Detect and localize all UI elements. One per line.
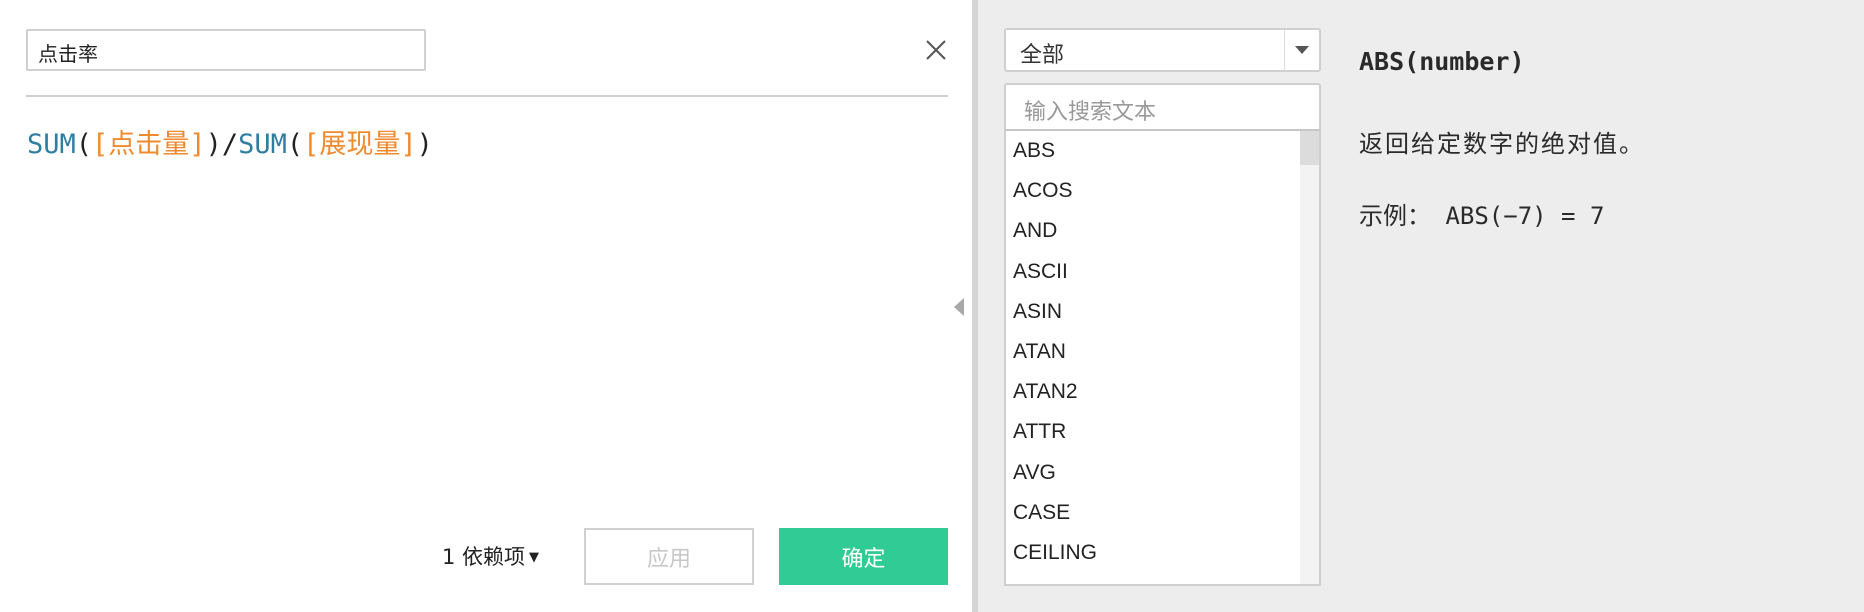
divider	[26, 95, 948, 97]
apply-button[interactable]: 应用	[584, 528, 754, 585]
formula-field: [点击量]	[92, 129, 206, 160]
formula-field: [展现量]	[303, 129, 417, 160]
function-list-item[interactable]: ASIN	[1006, 292, 1319, 332]
function-signature: ABS(number)	[1359, 47, 1525, 76]
formula-function: SUM	[27, 129, 76, 160]
close-icon[interactable]	[922, 36, 950, 64]
function-list-item[interactable]: ABS	[1006, 131, 1319, 171]
function-list-item[interactable]: CHAR	[1006, 573, 1319, 584]
formula-paren: )	[205, 129, 222, 160]
collapse-panel-icon[interactable]	[954, 298, 964, 316]
dependencies-label: 1 依赖项	[442, 545, 526, 569]
function-list-item[interactable]: ATAN	[1006, 332, 1319, 372]
function-example: 示例： ABS(−7) = 7	[1359, 202, 1605, 230]
function-list-item[interactable]: AND	[1006, 211, 1319, 251]
function-list-item[interactable]: ASCII	[1006, 252, 1319, 292]
function-list-item[interactable]: ATTR	[1006, 412, 1319, 452]
chevron-down-icon	[1295, 46, 1309, 54]
editor-pane: 点击率 SUM([点击量])/SUM([展现量]) 1 依赖项 ▼ 应用 确定	[0, 0, 973, 612]
caret-down-icon: ▼	[529, 550, 540, 565]
function-list-item[interactable]: AVG	[1006, 453, 1319, 493]
function-category-select[interactable]: 全部	[1004, 28, 1321, 72]
scrollbar-thumb[interactable]	[1300, 131, 1319, 165]
function-list-item[interactable]: CASE	[1006, 493, 1319, 533]
function-list-item[interactable]: CEILING	[1006, 533, 1319, 573]
formula-editor[interactable]: SUM([点击量])/SUM([展现量])	[27, 122, 433, 161]
function-list: ABS ACOS AND ASCII ASIN ATAN ATAN2 ATTR AVG CASE C…	[1004, 131, 1321, 586]
calculation-name-input[interactable]: 点击率	[26, 29, 426, 71]
scrollbar[interactable]	[1300, 131, 1319, 584]
ok-button[interactable]: 确定	[779, 528, 948, 585]
dependencies-dropdown[interactable]: 1 依赖项 ▼	[442, 541, 539, 571]
formula-operator: /	[221, 129, 239, 160]
formula-function: SUM	[238, 129, 287, 160]
function-description: 返回给定数字的绝对值。	[1359, 130, 1645, 158]
function-search-input[interactable]: 输入搜索文本	[1004, 83, 1321, 131]
function-list-item[interactable]: ACOS	[1006, 171, 1319, 211]
function-list-item[interactable]: ATAN2	[1006, 372, 1319, 412]
select-separator	[1284, 30, 1285, 70]
formula-paren: )	[416, 129, 433, 160]
category-selected-value: 全部	[1020, 43, 1065, 68]
formula-paren: (	[75, 129, 93, 160]
formula-paren: (	[286, 129, 304, 160]
